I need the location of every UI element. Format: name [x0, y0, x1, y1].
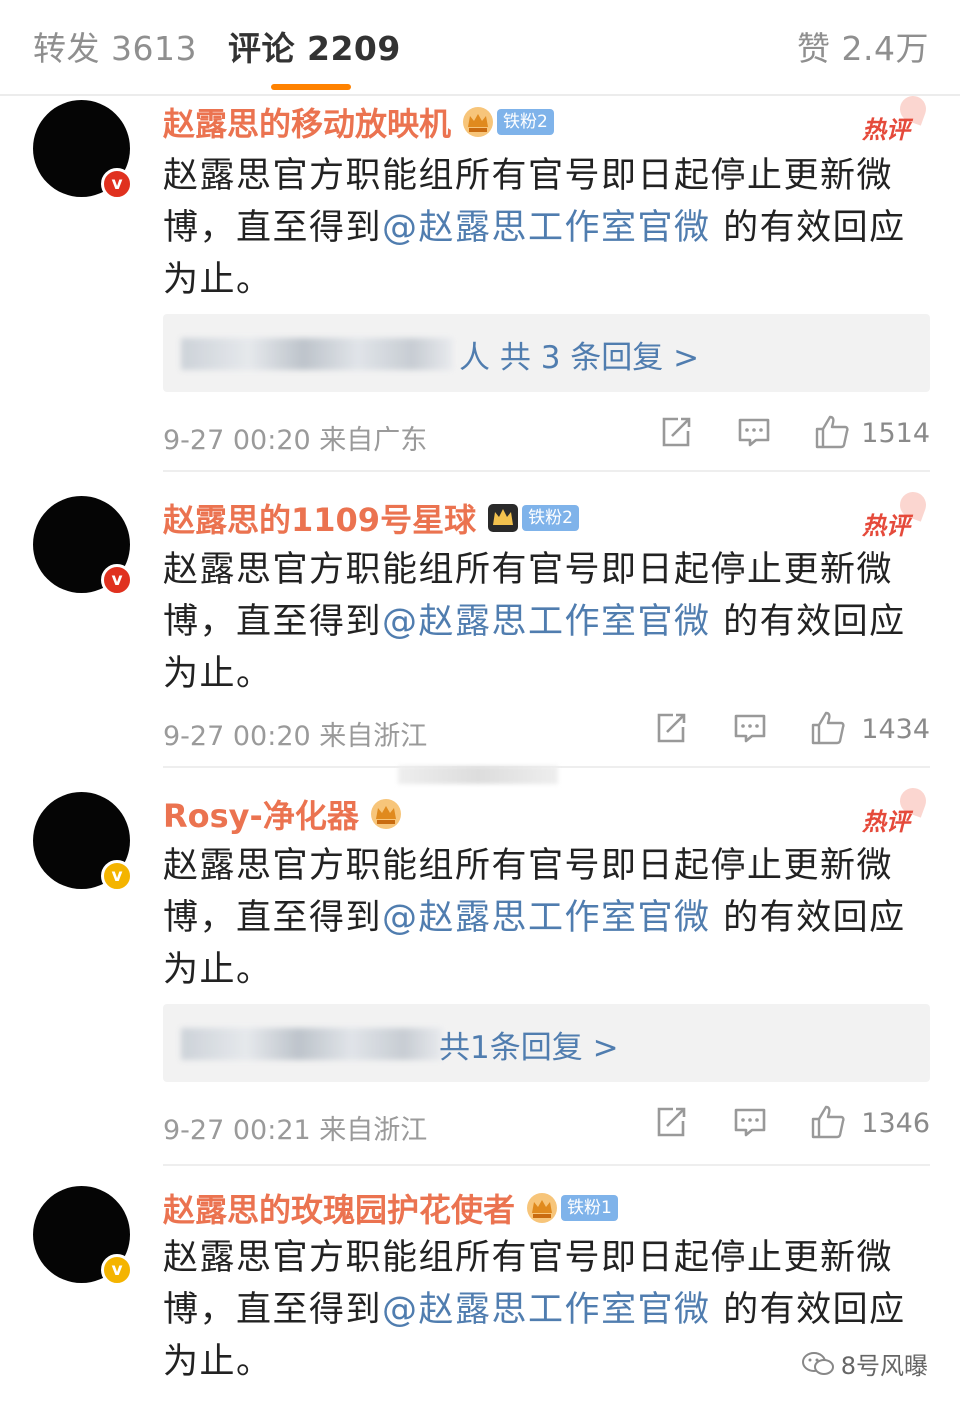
hot-comment-badge: 热评: [860, 92, 930, 144]
comment-header: 赵露思的移动放映机 铁粉2: [163, 100, 554, 144]
crown-icon: [527, 1193, 558, 1223]
repost-icon[interactable]: [658, 414, 694, 450]
tab-repost[interactable]: 转发 3613: [33, 22, 197, 70]
reply-preview[interactable]: 人 共 3 条回复 >: [163, 314, 930, 392]
mention-link[interactable]: @赵露思工作室官微: [382, 898, 711, 938]
comment-meta: 9-27 00:20 来自浙江 1434: [163, 710, 930, 752]
faint-watermark: [398, 766, 558, 784]
hot-comment-badge: 热评: [860, 784, 930, 836]
crown-icon: [463, 107, 494, 137]
comment-tab-bar: 转发 3613 评论 2209 赞 2.4万: [0, 0, 960, 96]
repost-icon[interactable]: [653, 710, 689, 746]
comment-meta: 9-27 00:20 来自广东 1514: [163, 414, 930, 456]
username[interactable]: Rosy-净化器: [163, 791, 359, 837]
comment-header: Rosy-净化器: [163, 792, 403, 836]
tab-likes[interactable]: 赞 2.4万: [797, 22, 929, 70]
comment-icon[interactable]: [736, 414, 772, 450]
reply-count-link[interactable]: 共1条回复 >: [439, 1022, 619, 1067]
comment-text: 赵露思官方职能组所有官号即日起停止更新微博，直至得到@赵露思工作室官微 的有效回…: [163, 550, 906, 694]
fan-level-badge: 铁粉1: [561, 1195, 618, 1221]
timestamp-location: 9-27 00:20 来自浙江: [163, 721, 428, 752]
crown-icon: [370, 799, 401, 829]
comment-icon[interactable]: [732, 710, 768, 746]
wechat-icon: [801, 1351, 834, 1375]
username[interactable]: 赵露思的移动放映机: [163, 99, 451, 145]
verified-badge-icon: v: [101, 168, 133, 200]
like-icon[interactable]: [814, 414, 850, 450]
active-tab-indicator: [271, 84, 351, 90]
reply-count-link[interactable]: 人 共 3 条回复 >: [459, 332, 699, 377]
comment-meta: 9-27 00:21 来自浙江 1346: [163, 1104, 930, 1146]
mention-link[interactable]: @赵露思工作室官微: [382, 602, 711, 642]
like-icon[interactable]: [810, 1104, 846, 1140]
mention-link[interactable]: @赵露思工作室官微: [382, 208, 711, 248]
fan-level-badge: 铁粉2: [522, 505, 579, 531]
repost-icon[interactable]: [653, 1104, 689, 1140]
reply-preview[interactable]: 共1条回复 >: [163, 1004, 930, 1082]
username[interactable]: 赵露思的1109号星球: [163, 495, 476, 541]
like-count: 1346: [861, 1108, 930, 1139]
like-count: 1434: [861, 714, 930, 745]
mention-link[interactable]: @赵露思工作室官微: [382, 1290, 711, 1330]
verified-badge-icon: v: [101, 564, 133, 596]
comment-divider: [163, 1164, 930, 1166]
username[interactable]: 赵露思的玫瑰园护花使者: [163, 1185, 515, 1231]
crown-icon: [488, 504, 519, 532]
blurred-replier-names: [181, 338, 453, 370]
timestamp-location: 9-27 00:20 来自广东: [163, 425, 428, 456]
fan-level-badge: 铁粉2: [497, 109, 554, 135]
comment-text: 赵露思官方职能组所有官号即日起停止更新微博，直至得到@赵露思工作室官微 的有效回…: [163, 156, 906, 300]
comment-text: 赵露思官方职能组所有官号即日起停止更新微博，直至得到@赵露思工作室官微 的有效回…: [163, 846, 906, 990]
hot-comment-badge: 热评: [860, 488, 930, 540]
blurred-replier-names: [181, 1028, 443, 1060]
like-count: 1514: [861, 418, 930, 449]
verified-badge-icon: v: [101, 1254, 133, 1286]
like-icon[interactable]: [810, 710, 846, 746]
verified-badge-icon: v: [101, 860, 133, 892]
comment-header: 赵露思的1109号星球 铁粉2: [163, 496, 579, 540]
comment-header: 赵露思的玫瑰园护花使者 铁粉1: [163, 1186, 618, 1230]
tab-comments[interactable]: 评论 2209: [228, 22, 401, 70]
comment-icon[interactable]: [732, 1104, 768, 1140]
timestamp-location: 9-27 00:21 来自浙江: [163, 1115, 428, 1146]
watermark-text: 8号风曝: [840, 1352, 928, 1380]
comment-divider: [163, 470, 930, 472]
source-watermark: 8号风曝: [801, 1346, 928, 1381]
